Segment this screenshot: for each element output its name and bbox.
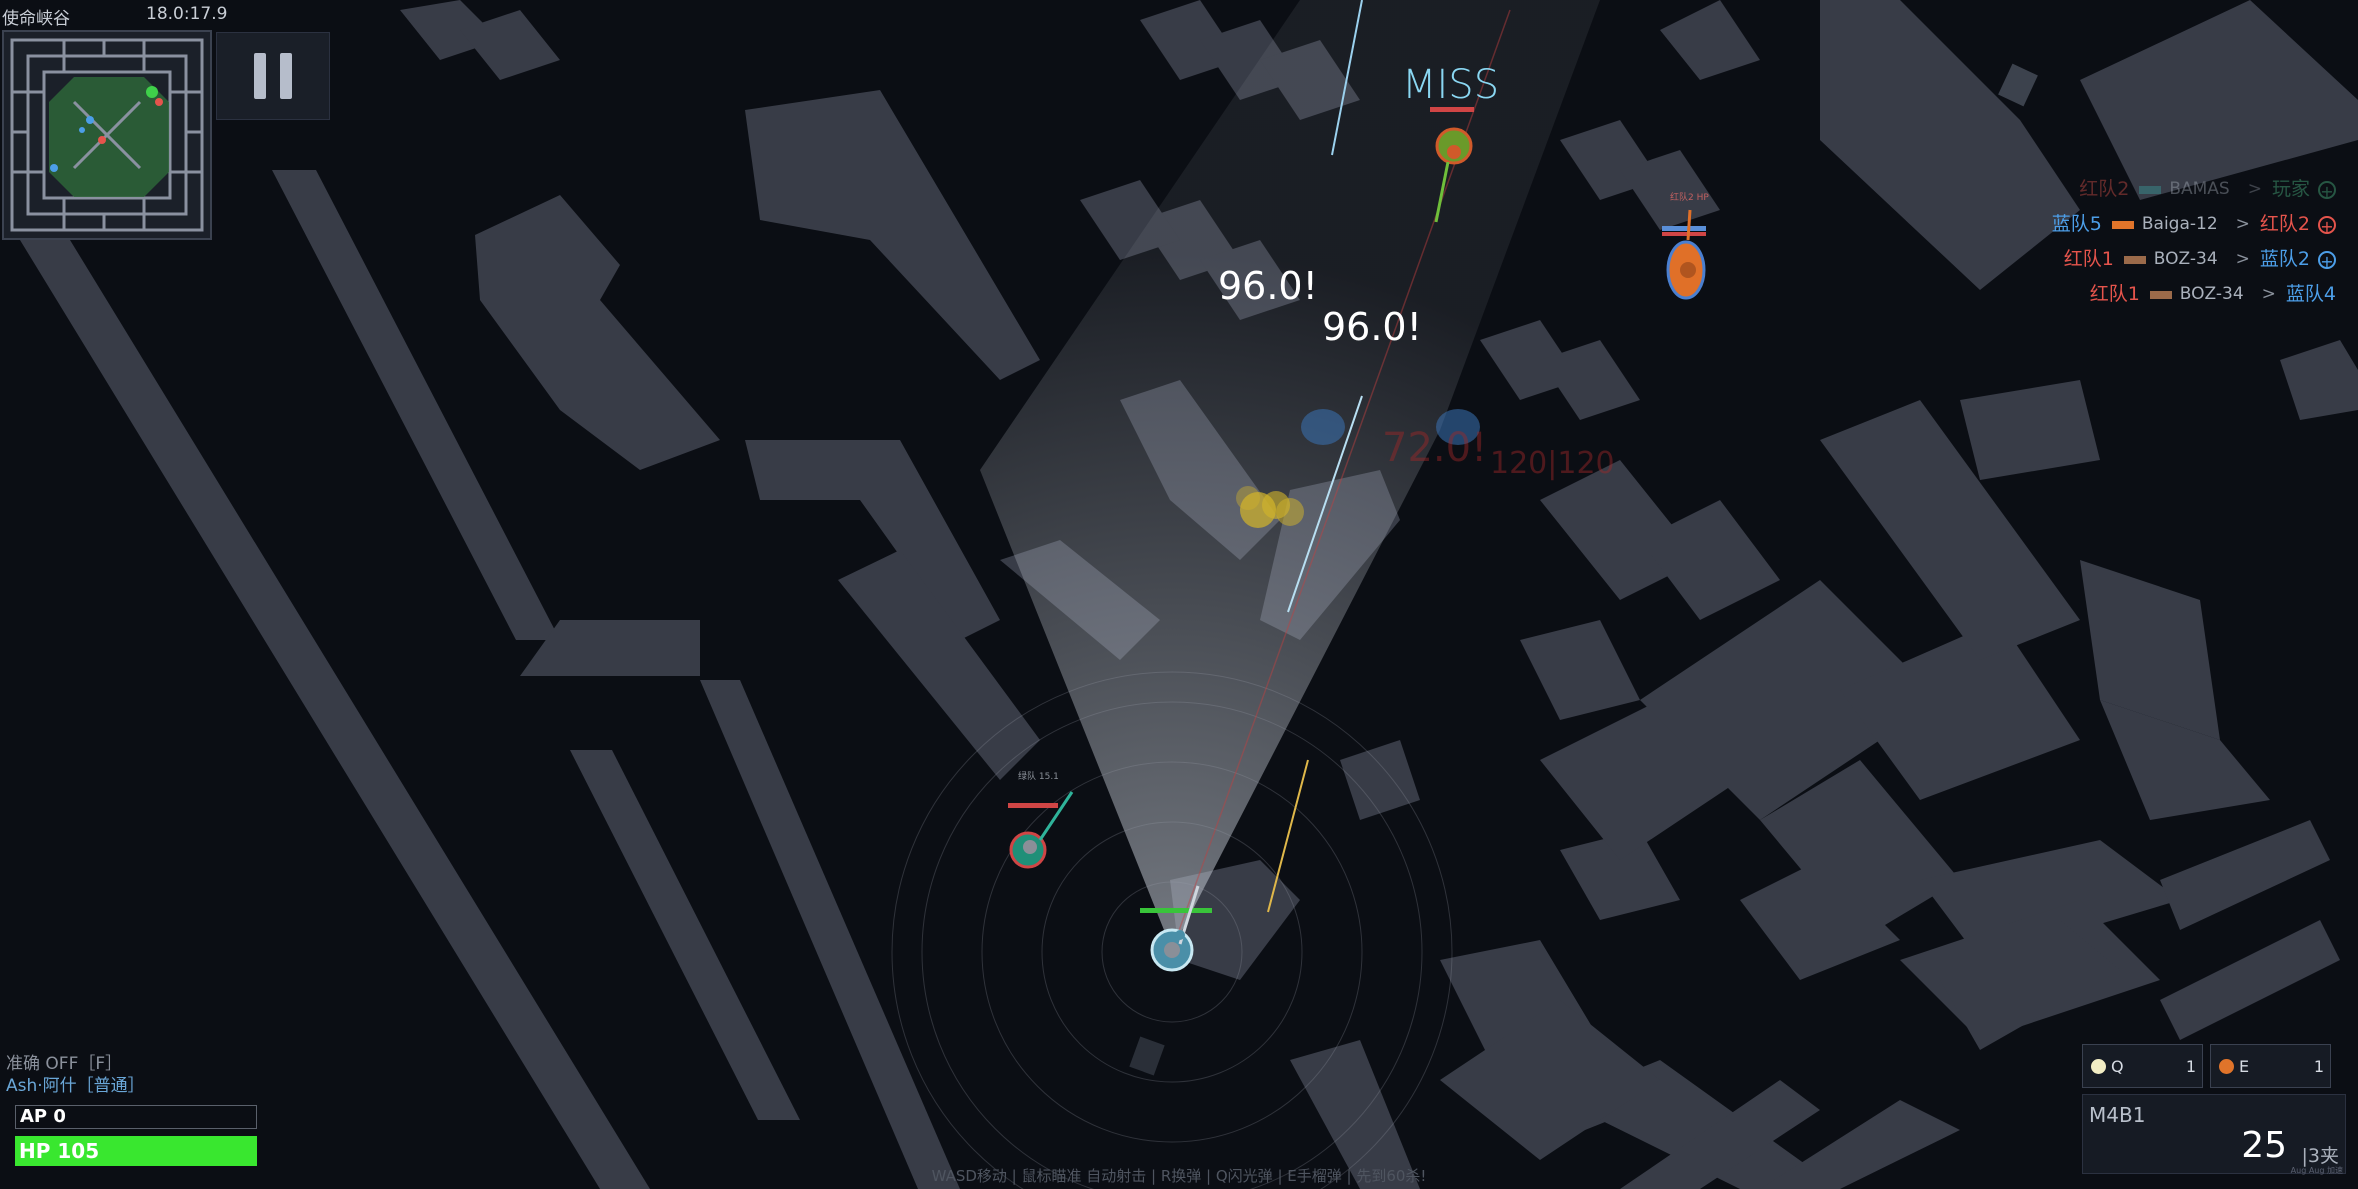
kill-marker-icon: + [2318, 215, 2336, 235]
arrow-icon: > [2261, 284, 2276, 304]
grenade-slot[interactable]: E 1 [2210, 1044, 2331, 1088]
armor-bar: AP 0 [15, 1105, 257, 1129]
killer-name: 红队1 [2089, 283, 2140, 305]
gun-icon [2123, 255, 2146, 264]
weapon-name: M4B1 [2089, 1103, 2146, 1127]
controls-hint: WASD移动 | 鼠标瞄准 自动射击 | R换弹 | Q闪光弹 | E手榴弹 |… [931, 1167, 1427, 1185]
magazine-count: |3夹 [2301, 1145, 2340, 1167]
enemy-name-tag: 红队2 HP [1670, 193, 1709, 203]
killer-name: 红队1 [2063, 248, 2114, 270]
hit-marker [1301, 409, 1345, 445]
victim-name: 红队2 [2259, 213, 2310, 235]
slot-key: Q [2111, 1057, 2124, 1076]
health-bar: HP 105 [15, 1136, 257, 1166]
victim-name: 玩家 [2271, 178, 2310, 200]
minimap [2, 30, 212, 240]
teammate-name-tag: 绿队 15.1 [1018, 772, 1059, 782]
weapon-attachment: Aug Aug 加速 [2290, 1166, 2343, 1175]
killer-name: 红队2 [2079, 178, 2130, 200]
slot-count: 1 [2185, 1057, 2196, 1076]
grenade-icon [2219, 1059, 2234, 1074]
flashbang-slot[interactable]: Q 1 [2082, 1044, 2203, 1088]
kill-feed-row: 蓝队5 Baiga-12 > 红队2 + [2052, 207, 2336, 242]
weapon-panel: M4B1 25 |3夹 Aug Aug 加速 [2082, 1094, 2346, 1175]
gun-icon [2111, 220, 2134, 229]
pause-icon [254, 53, 266, 99]
game-arena [20, 0, 2358, 1189]
damage-number: 96.0! [1322, 305, 1422, 349]
arrow-icon: > [2235, 214, 2250, 234]
victim-name: 蓝队4 [2285, 283, 2336, 305]
kill-feed-row: 红队1 BOZ-34 > 蓝队2 + [2052, 242, 2336, 277]
gun-icon [2149, 290, 2172, 299]
killer-name: 蓝队5 [2051, 213, 2102, 235]
damage-number-faded: 72.0! [1382, 425, 1488, 471]
miss-text: MISS [1402, 62, 1500, 108]
kill-feed-row: 红队2 BAMAS > 玩家 + [2052, 172, 2336, 207]
kill-feed: 红队2 BAMAS > 玩家 + 蓝队5 Baiga-12 > 红队2 + 红队1 BOZ-34 > 蓝队… [2052, 172, 2336, 312]
damage-number: 96.0! [1218, 264, 1318, 308]
arrow-icon: > [2247, 179, 2262, 199]
kill-feed-row: 红队1 BOZ-34 > 蓝队4 [2052, 277, 2336, 312]
dropped-item [1129, 1036, 1165, 1076]
weapon-name: BAMAS [2169, 179, 2230, 199]
slot-key: E [2239, 1057, 2250, 1076]
weapon-name: Baiga-12 [2141, 214, 2218, 234]
flashbang-icon [2091, 1059, 2106, 1074]
slot-count: 1 [2313, 1057, 2324, 1076]
weapon-name: BOZ-34 [2153, 249, 2218, 269]
teammate-character [1008, 791, 1074, 869]
player-name: Ash·阿什［普通］ [6, 1076, 145, 1096]
kill-marker-icon: + [2318, 180, 2336, 200]
minimap-view [10, 38, 204, 232]
kill-marker-icon: + [2318, 250, 2336, 270]
weapon-name: BOZ-34 [2179, 284, 2244, 304]
victim-name: 蓝队2 [2259, 248, 2310, 270]
match-timer: 18.0:17.9 [146, 4, 228, 24]
gun-icon [2139, 185, 2162, 194]
damage-number-faded: 120|120 [1490, 446, 1615, 481]
ammo-count: 25 [2241, 1125, 2287, 1166]
pause-button[interactable] [216, 32, 330, 120]
arrow-icon: > [2235, 249, 2250, 269]
map-name: 使命峡谷 [2, 9, 70, 29]
dropped-item [1998, 63, 2038, 107]
pause-icon-bar [280, 53, 292, 99]
